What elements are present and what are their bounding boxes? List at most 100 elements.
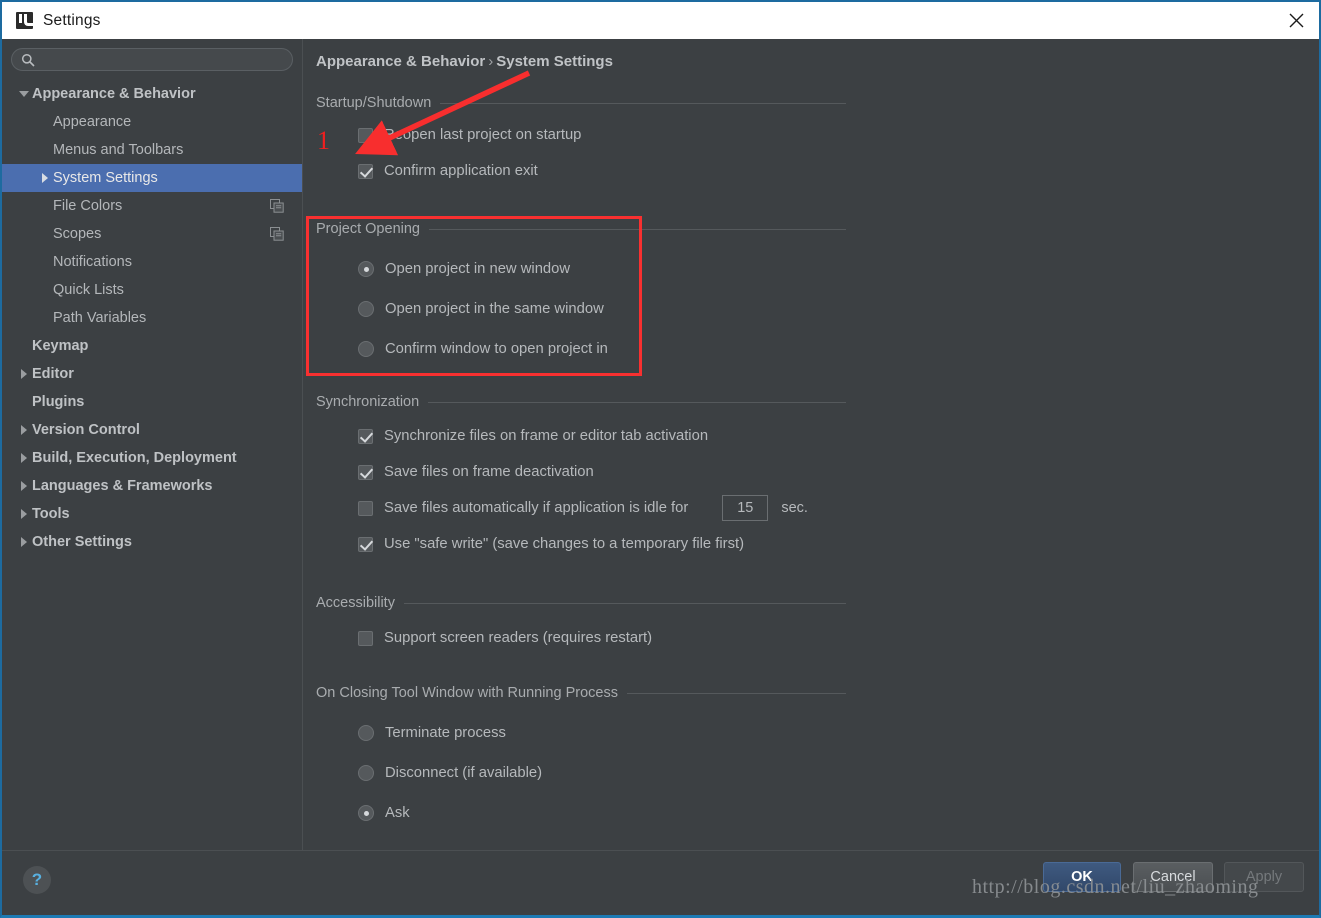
chevron-right-icon[interactable] — [15, 369, 32, 379]
option-open-project-same-window[interactable]: Open project in the same window — [316, 289, 846, 329]
radio-confirm-window-to-open[interactable] — [358, 341, 374, 357]
option-ask[interactable]: Ask — [316, 793, 846, 833]
settings-sidebar: Appearance & Behavior Appearance Menus and… — [2, 39, 303, 852]
option-label: Terminate process — [385, 725, 506, 741]
sidebar-item-appearance-behavior[interactable]: Appearance & Behavior — [2, 80, 302, 108]
radio-open-project-same-window[interactable] — [358, 301, 374, 317]
group-on-closing-tool-window: On Closing Tool Window with Running Proc… — [316, 685, 846, 833]
chevron-right-icon[interactable] — [15, 425, 32, 435]
option-label: Support screen readers (requires restart… — [384, 630, 653, 646]
checkbox-synchronize-files[interactable] — [358, 428, 373, 444]
search-box[interactable] — [11, 48, 293, 71]
sidebar-item-label: File Colors — [53, 198, 123, 214]
option-synchronize-files[interactable]: Synchronize files on frame or editor tab… — [316, 418, 846, 454]
group-body: Open project in new window Open project … — [316, 249, 846, 369]
sidebar-item-label: Menus and Toolbars — [53, 142, 184, 158]
option-label: Save files on frame deactivation — [384, 464, 594, 480]
search-input[interactable] — [41, 50, 271, 69]
checkbox-save-files-frame-deactivation[interactable] — [358, 464, 373, 480]
option-confirm-window-to-open[interactable]: Confirm window to open project in — [316, 329, 846, 369]
help-button[interactable]: ? — [23, 866, 51, 894]
radio-ask[interactable] — [358, 805, 374, 821]
sidebar-item-file-colors[interactable]: File Colors — [2, 192, 302, 220]
group-rule — [403, 602, 846, 604]
group-body: Synchronize files on frame or editor tab… — [316, 418, 846, 562]
sidebar-item-label: Appearance & Behavior — [32, 86, 196, 102]
group-title-label: Project Opening — [316, 221, 420, 237]
sidebar-item-tools[interactable]: Tools — [2, 500, 302, 528]
option-use-safe-write[interactable]: Use "safe write" (save changes to a temp… — [316, 526, 846, 562]
sidebar-item-editor[interactable]: Editor — [2, 360, 302, 388]
option-disconnect[interactable]: Disconnect (if available) — [316, 753, 846, 793]
option-label: Use "safe write" (save changes to a temp… — [384, 536, 745, 552]
breadcrumb-separator: › — [488, 53, 494, 70]
sidebar-item-languages-frameworks[interactable]: Languages & Frameworks — [2, 472, 302, 500]
sidebar-item-menus-and-toolbars[interactable]: Menus and Toolbars — [2, 136, 302, 164]
chevron-right-icon[interactable] — [15, 537, 32, 547]
sidebar-item-label: Quick Lists — [53, 282, 124, 298]
sidebar-item-other-settings[interactable]: Other Settings — [2, 528, 302, 556]
sidebar-item-quick-lists[interactable]: Quick Lists — [2, 276, 302, 304]
idle-seconds-input[interactable]: 15 — [722, 495, 769, 521]
sidebar-item-appearance[interactable]: Appearance — [2, 108, 302, 136]
option-label: Confirm application exit — [384, 163, 538, 179]
chevron-right-icon[interactable] — [36, 173, 53, 183]
sidebar-item-label: Path Variables — [53, 310, 147, 326]
group-title: On Closing Tool Window with Running Proc… — [316, 685, 846, 701]
checkbox-confirm-application-exit[interactable] — [358, 163, 373, 179]
group-title: Project Opening — [316, 221, 846, 237]
group-project-opening: Project Opening Open project in new wind… — [316, 221, 846, 369]
group-rule — [428, 228, 846, 230]
chevron-right-icon[interactable] — [15, 481, 32, 491]
option-reopen-last-project[interactable]: Reopen last project on startup — [316, 117, 846, 153]
option-label: Save files automatically if application … — [384, 500, 689, 516]
group-synchronization: Synchronization Synchronize files on fra… — [316, 394, 846, 562]
sidebar-item-notifications[interactable]: Notifications — [2, 248, 302, 276]
settings-dialog: Settings Appearance & Behavior Appearance… — [0, 0, 1321, 918]
sidebar-item-keymap[interactable]: Keymap — [2, 332, 302, 360]
sidebar-item-scopes[interactable]: Scopes — [2, 220, 302, 248]
sidebar-item-label: Tools — [32, 506, 70, 522]
checkbox-reopen-last-project[interactable] — [358, 127, 373, 143]
radio-open-project-new-window[interactable] — [358, 261, 374, 277]
chevron-right-icon[interactable] — [15, 509, 32, 519]
option-save-files-automatically[interactable]: Save files automatically if application … — [316, 490, 846, 526]
option-label: Disconnect (if available) — [385, 765, 543, 781]
option-label: Confirm window to open project in — [385, 341, 608, 357]
sidebar-item-version-control[interactable]: Version Control — [2, 416, 302, 444]
chevron-down-icon[interactable] — [15, 91, 32, 97]
group-rule — [440, 102, 846, 104]
radio-terminate-process[interactable] — [358, 725, 374, 741]
option-open-project-new-window[interactable]: Open project in new window — [316, 249, 846, 289]
copy-icon[interactable] — [270, 227, 284, 241]
option-label: Open project in new window — [385, 261, 571, 277]
intellij-idea-icon — [16, 12, 33, 29]
chevron-right-icon[interactable] — [15, 453, 32, 463]
option-label: Synchronize files on frame or editor tab… — [384, 428, 709, 444]
sidebar-item-plugins[interactable]: Plugins — [2, 388, 302, 416]
group-body: Reopen last project on startup Confirm a… — [316, 117, 846, 189]
checkbox-use-safe-write[interactable] — [358, 536, 373, 552]
sidebar-item-label: Other Settings — [32, 534, 132, 550]
sidebar-item-build-execution-deployment[interactable]: Build, Execution, Deployment — [2, 444, 302, 472]
checkbox-save-files-automatically[interactable] — [358, 500, 373, 516]
group-title-label: Accessibility — [316, 595, 395, 611]
sidebar-item-system-settings[interactable]: System Settings — [2, 164, 302, 192]
sidebar-item-label: Build, Execution, Deployment — [32, 450, 237, 466]
option-support-screen-readers[interactable]: Support screen readers (requires restart… — [316, 620, 846, 656]
option-save-files-frame-deactivation[interactable]: Save files on frame deactivation — [316, 454, 846, 490]
window-title: Settings — [43, 11, 101, 29]
close-icon[interactable] — [1273, 2, 1319, 39]
radio-disconnect[interactable] — [358, 765, 374, 781]
option-confirm-application-exit[interactable]: Confirm application exit — [316, 153, 846, 189]
sidebar-item-label: Plugins — [32, 394, 85, 410]
sidebar-item-label: Scopes — [53, 226, 102, 242]
option-terminate-process[interactable]: Terminate process — [316, 713, 846, 753]
sidebar-item-label: Languages & Frameworks — [32, 478, 213, 494]
sidebar-item-path-variables[interactable]: Path Variables — [2, 304, 302, 332]
breadcrumb-parent[interactable]: Appearance & Behavior — [316, 53, 485, 70]
search-icon — [21, 53, 35, 67]
copy-icon[interactable] — [270, 199, 284, 213]
settings-content: Appearance & Behavior › System Settings St… — [304, 39, 1319, 852]
checkbox-support-screen-readers[interactable] — [358, 630, 373, 646]
